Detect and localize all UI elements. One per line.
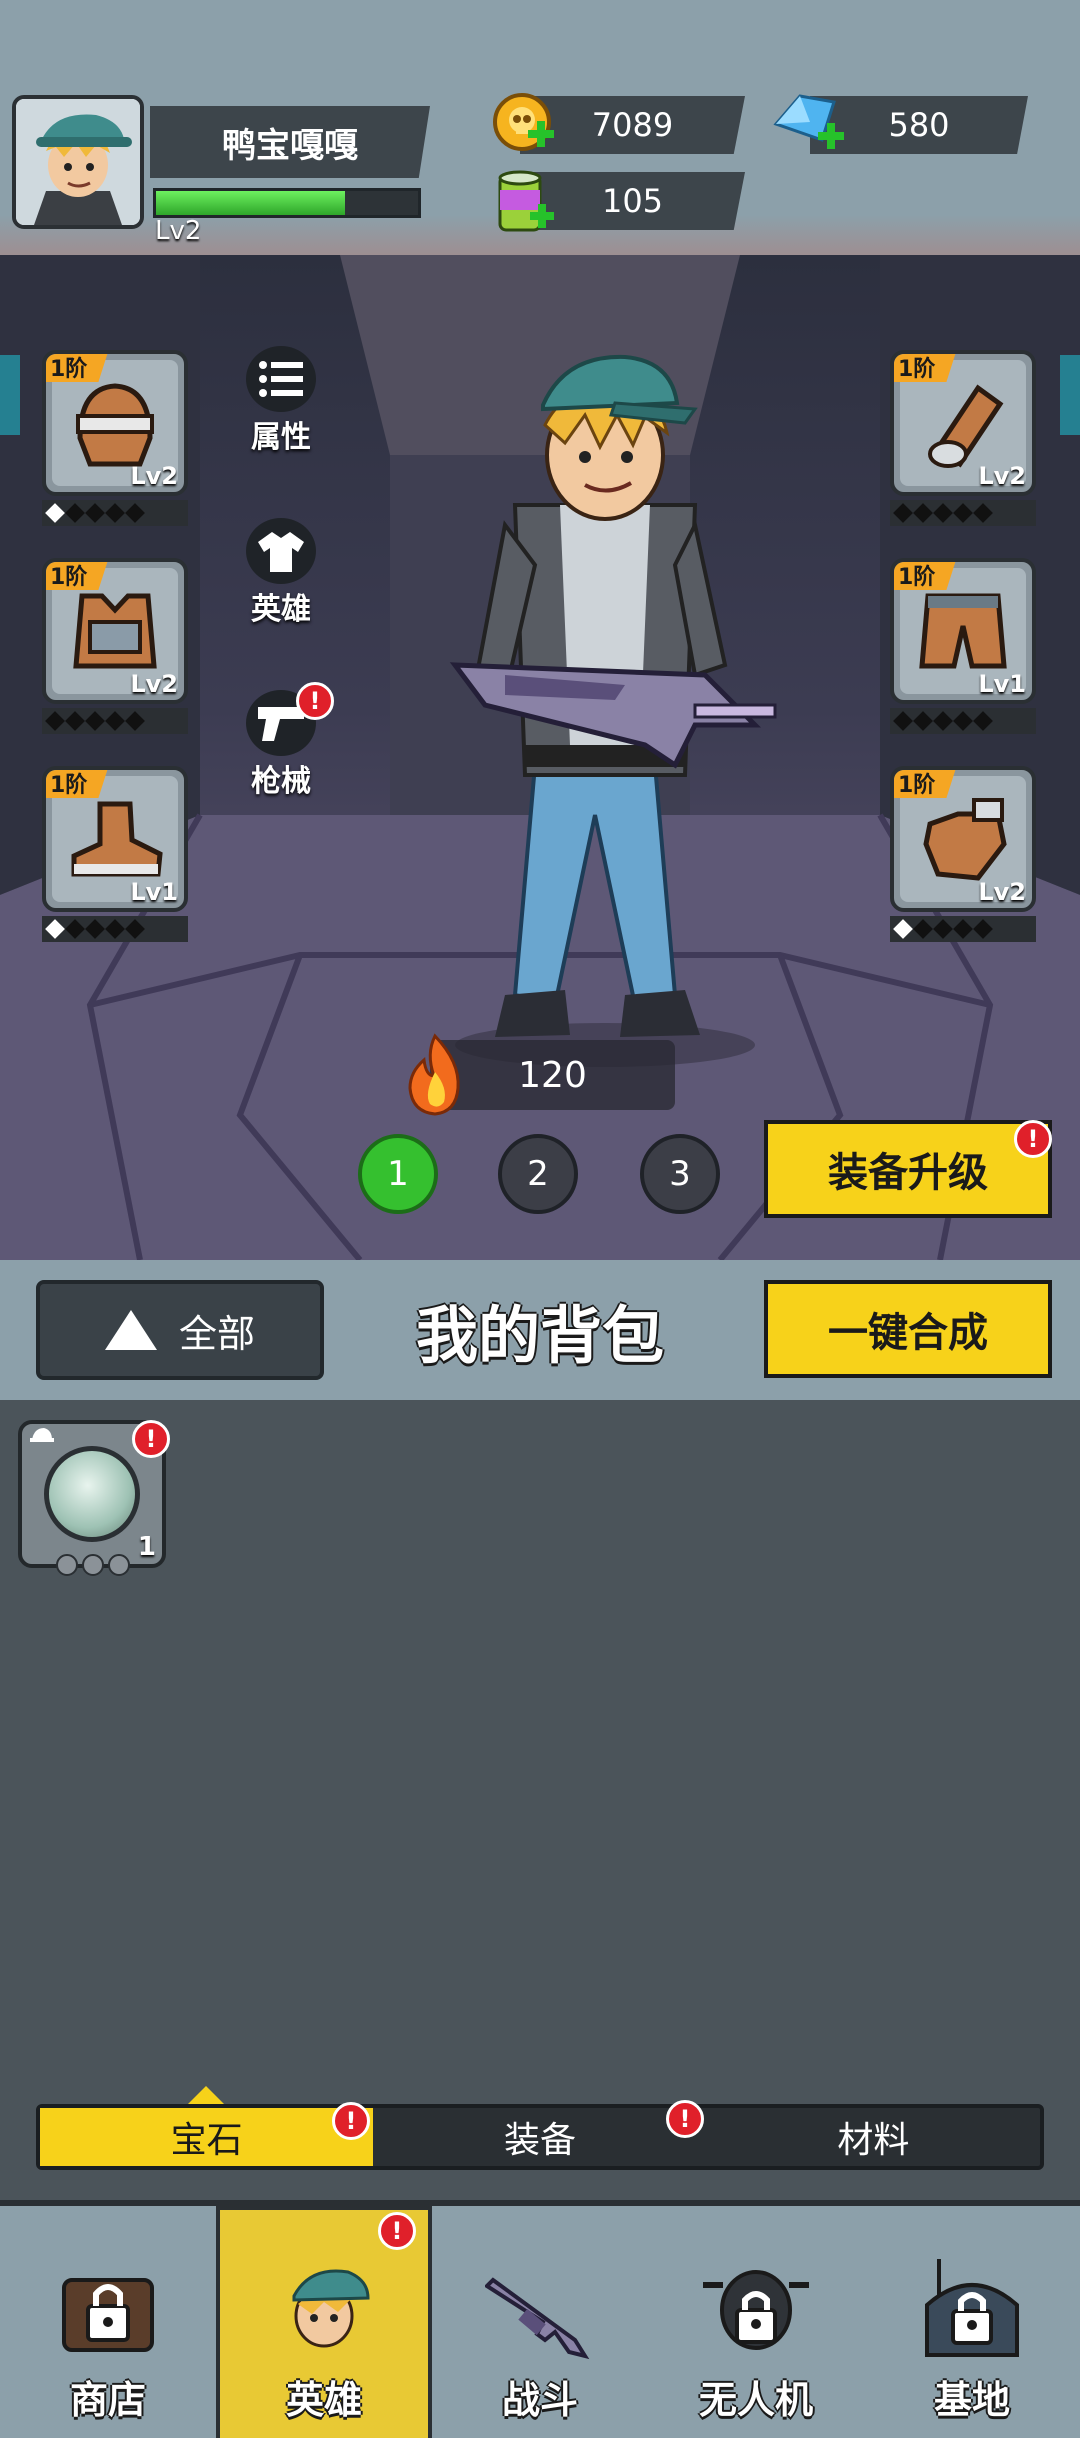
diamond-value: 580 — [888, 106, 950, 144]
equip-slot-helmet[interactable]: 1阶 Lv2 — [42, 350, 188, 496]
alert-badge: ! — [1014, 1120, 1052, 1158]
bottom-nav-items: 商店 英雄 战斗 无人机 基地 — [0, 2206, 1080, 2438]
nav-base-label: 基地 — [933, 2378, 1010, 2422]
player-name: 鸭宝嘎嘎 — [150, 106, 430, 178]
lock-icon — [53, 2255, 163, 2365]
hero-character — [395, 345, 805, 1075]
alert-badge: ! — [332, 2102, 370, 2140]
item-count: 1 — [137, 1532, 156, 1562]
alert-badge: ! — [296, 682, 334, 720]
nav-drone[interactable]: 无人机 — [648, 2206, 864, 2438]
triangle-up-icon — [104, 1310, 157, 1350]
gold-value: 7089 — [591, 106, 674, 144]
nav-battle-label: 战斗 — [501, 2378, 578, 2422]
filter-all-button[interactable]: 全部 — [36, 1280, 324, 1380]
lock-icon — [917, 2255, 1027, 2365]
hero-avatar-icon — [269, 2255, 379, 2365]
energy-can-icon[interactable] — [492, 166, 556, 232]
star-row — [890, 708, 1036, 734]
tier-tag: 1阶 — [46, 770, 108, 798]
hero-label: 英雄 — [251, 592, 311, 627]
loadout-page-1[interactable]: 1 — [358, 1134, 438, 1214]
item-star-row — [56, 1554, 130, 1576]
gem-icon — [44, 1446, 140, 1542]
energy-value: 105 — [601, 182, 664, 220]
equip-level: Lv2 — [978, 878, 1026, 906]
tier-tag: 1阶 — [894, 562, 956, 590]
upgrade-equipment-button[interactable]: 装备升级 — [764, 1120, 1052, 1218]
shirt-icon — [246, 518, 316, 584]
tier-tag: 1阶 — [46, 562, 108, 590]
tier-tag: 1阶 — [894, 354, 956, 382]
list-icon — [246, 346, 316, 412]
nav-battle[interactable]: 战斗 — [432, 2206, 648, 2438]
equip-slot-gloves[interactable]: 1阶 Lv2 — [890, 766, 1036, 912]
equip-level: Lv1 — [130, 878, 178, 906]
lock-icon — [701, 2255, 811, 2365]
xp-bar-fill — [156, 191, 345, 215]
star-row — [42, 916, 188, 942]
alert-badge: ! — [666, 2100, 704, 2138]
equip-level: Lv2 — [130, 670, 178, 698]
attributes-label: 属性 — [251, 420, 311, 455]
equip-slot-boots[interactable]: 1阶 Lv1 — [42, 766, 188, 912]
hero-button[interactable]: 英雄 — [236, 518, 326, 628]
power-value: 120 — [518, 1054, 587, 1096]
tier-tag: 1阶 — [46, 354, 108, 382]
backpack-title: 我的背包 — [415, 1299, 664, 1372]
star-row — [42, 500, 188, 526]
category-tabs: 宝石 装备 材料 — [36, 2104, 1044, 2170]
nav-shop-label: 商店 — [69, 2378, 146, 2422]
hat-icon — [30, 1428, 54, 1442]
merge-all-button[interactable]: 一键合成 — [764, 1280, 1052, 1378]
star-row — [890, 916, 1036, 942]
equip-slot-bracer[interactable]: 1阶 Lv2 — [890, 350, 1036, 496]
nav-drone-label: 无人机 — [698, 2378, 813, 2422]
loadout-page-3[interactable]: 3 — [640, 1134, 720, 1214]
nav-hero-label: 英雄 — [285, 2378, 362, 2422]
alert-badge: ! — [132, 1420, 170, 1458]
diamond-icon[interactable] — [770, 88, 850, 152]
star-row — [890, 500, 1036, 526]
xp-bar — [153, 188, 421, 218]
tab-materials[interactable]: 材料 — [707, 2108, 1040, 2166]
tab-equipment[interactable]: 装备 — [373, 2108, 706, 2166]
nav-shop[interactable]: 商店 — [0, 2206, 216, 2438]
tab-gems[interactable]: 宝石 — [40, 2108, 374, 2166]
selected-tab-pointer — [188, 2086, 224, 2104]
flame-icon — [400, 1032, 470, 1116]
alert-badge: ! — [378, 2212, 416, 2250]
loadout-page-2[interactable]: 2 — [498, 1134, 578, 1214]
equip-level: Lv2 — [978, 462, 1026, 490]
equip-slot-armor[interactable]: 1阶 Lv2 — [42, 558, 188, 704]
gold-skull-coin-icon[interactable] — [492, 92, 556, 156]
filter-label: 全部 — [178, 1311, 255, 1356]
attributes-button[interactable]: 属性 — [236, 346, 326, 456]
firearms-label: 枪械 — [251, 764, 311, 799]
nav-base[interactable]: 基地 — [864, 2206, 1080, 2438]
tier-tag: 1阶 — [894, 770, 956, 798]
player-level: Lv2 — [155, 216, 202, 246]
star-row — [42, 708, 188, 734]
player-avatar[interactable] — [12, 95, 144, 229]
rifle-icon — [485, 2255, 595, 2365]
equip-level: Lv1 — [978, 670, 1026, 698]
equip-level: Lv2 — [130, 462, 178, 490]
equip-slot-pants[interactable]: 1阶 Lv1 — [890, 558, 1036, 704]
